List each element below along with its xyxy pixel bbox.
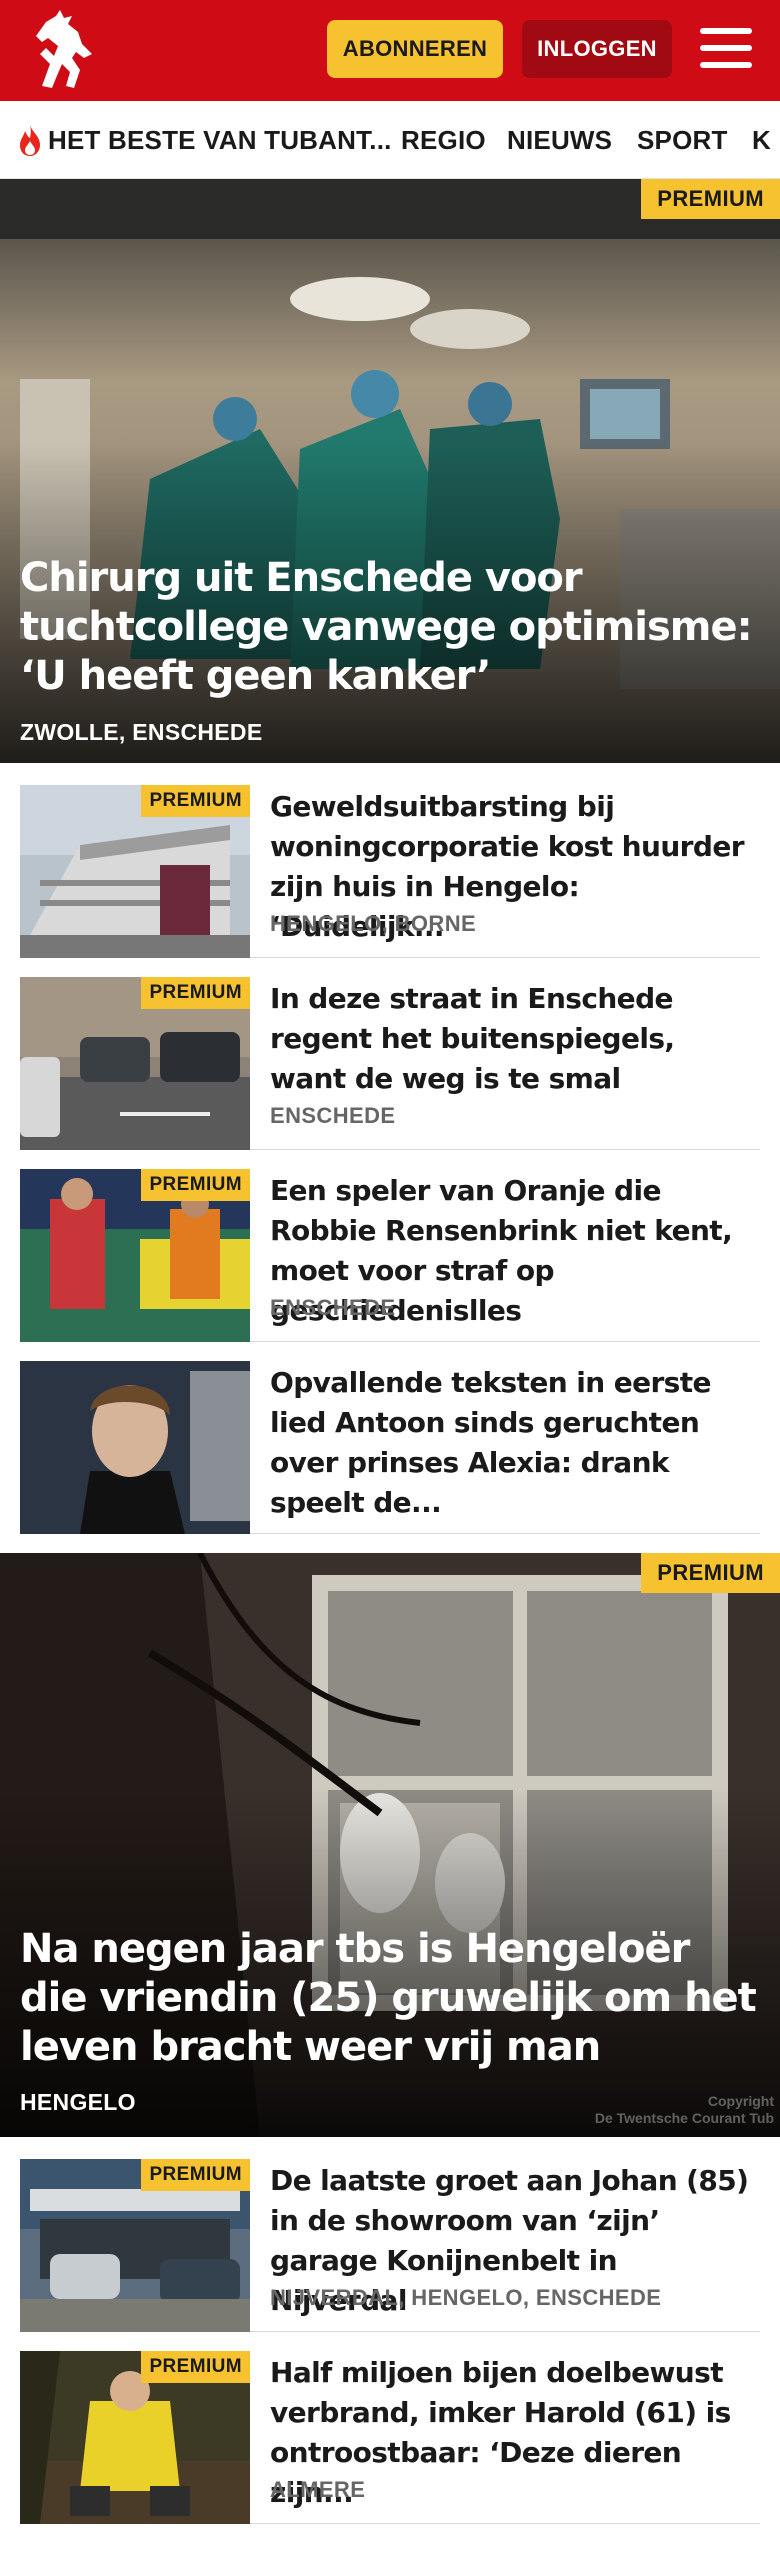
article-location: ALMERE xyxy=(270,2477,366,2502)
nav-item-regio[interactable]: REGIO xyxy=(401,101,486,178)
copyright-line: De Twentsche Courant Tub xyxy=(594,2110,774,2126)
article-headline[interactable]: Opvallende teksten in eerste lied Antoon… xyxy=(270,1363,755,1523)
list-item[interactable]: PREMIUM De laatste groet aan Johan (85) … xyxy=(20,2159,760,2332)
list-item[interactable]: PREMIUM Half miljoen bijen doelbewust ve… xyxy=(20,2351,760,2524)
hamburger-menu-icon[interactable] xyxy=(700,24,752,72)
section-nav: HET BESTE VAN TUBANT... REGIO NIEUWS SPO… xyxy=(0,101,780,179)
hero-location: ZWOLLE, ENSCHEDE xyxy=(20,719,263,745)
article-location: ENSCHEDE xyxy=(270,1295,396,1320)
hero-headline[interactable]: Na negen jaar tbs is Hengeloër die vrien… xyxy=(20,1925,760,2072)
hero-article[interactable]: PREMIUM Na negen jaar tbs is Hengeloër d… xyxy=(0,1553,780,2137)
subscribe-button[interactable]: ABONNEREN xyxy=(327,20,503,78)
list-item[interactable]: PREMIUM Geweldsuitbarsting bij woningcor… xyxy=(20,785,760,958)
list-item[interactable]: PREMIUM In deze straat in Enschede regen… xyxy=(20,977,760,1150)
flame-icon xyxy=(20,125,40,156)
article-location: HENGELO, BORNE xyxy=(270,911,477,936)
article-location: NIJVERDAL, HENGELO, ENSCHEDE xyxy=(270,2285,662,2310)
premium-badge: PREMIUM xyxy=(141,977,250,1009)
premium-badge: PREMIUM xyxy=(141,785,250,817)
article-thumbnail xyxy=(20,1361,250,1534)
nav-item-best-of[interactable]: HET BESTE VAN TUBANT... xyxy=(16,101,392,178)
nav-label: HET BESTE VAN TUBANT... xyxy=(48,124,392,155)
nav-item-sport[interactable]: SPORT xyxy=(637,101,728,178)
hero-headline[interactable]: Chirurg uit Enschede voor tuchtcolle­ge … xyxy=(20,554,760,701)
list-item[interactable]: PREMIUM Een speler van Oranje die Robbie… xyxy=(20,1169,760,1342)
photo-copyright: Copyright De Twentsche Courant Tub xyxy=(595,2093,774,2127)
premium-badge: PREMIUM xyxy=(141,1169,250,1201)
hero-location: HENGELO xyxy=(20,2089,136,2115)
premium-badge: PREMIUM xyxy=(641,1553,780,1593)
premium-badge: PREMIUM xyxy=(141,2351,250,2383)
premium-badge: PREMIUM xyxy=(141,2159,250,2191)
hero-article[interactable]: PREMIUM Chirurg uit Enschede voor tuchtc… xyxy=(0,179,780,763)
nav-item-nieuws[interactable]: NIEUWS xyxy=(507,101,612,178)
article-headline[interactable]: In deze straat in Enschede regent het bu… xyxy=(270,979,755,1099)
article-location: ENSCHEDE xyxy=(270,1103,396,1128)
nav-item-more[interactable]: K xyxy=(752,101,771,178)
tubantia-horse-logo[interactable] xyxy=(20,8,106,94)
premium-badge: PREMIUM xyxy=(641,179,780,219)
copyright-line: Copyright xyxy=(707,2093,774,2109)
list-item[interactable]: Opvallende teksten in eerste lied Antoon… xyxy=(20,1361,760,1534)
site-header: ABONNEREN INLOGGEN xyxy=(0,0,780,101)
login-button[interactable]: INLOGGEN xyxy=(522,20,672,78)
